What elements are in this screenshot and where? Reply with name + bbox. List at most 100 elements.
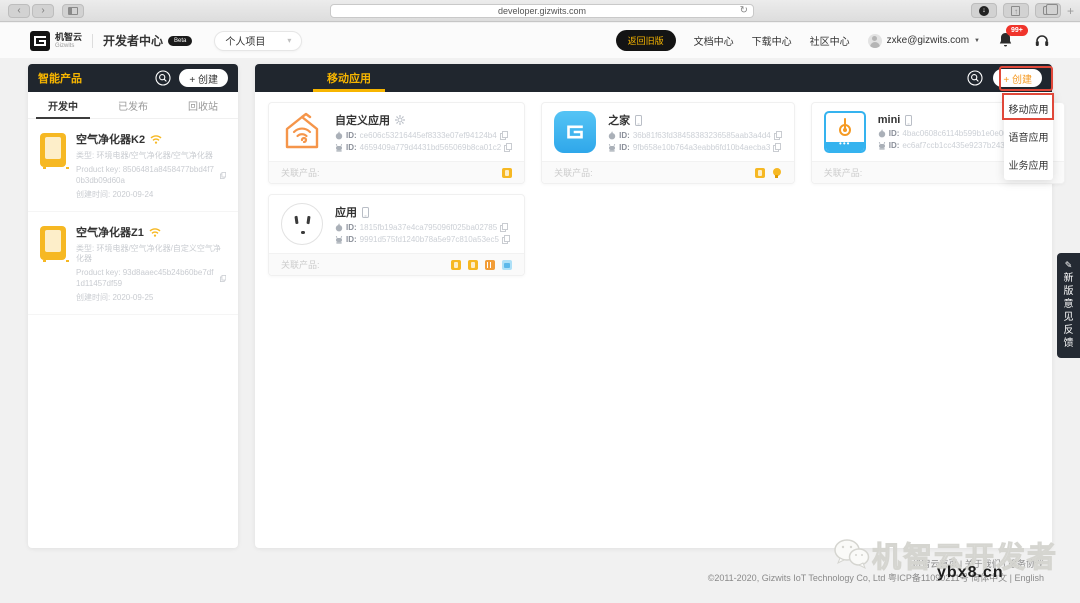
wifi-icon [150,134,162,144]
copy-icon[interactable] [220,171,226,180]
phone-icon [905,115,912,126]
create-dropdown-menu: 移动应用 语音应用 业务应用 [1004,92,1053,180]
android-id-label: ID: [346,235,357,244]
copy-icon[interactable] [502,235,510,244]
related-products-label: 关联产品: [554,166,593,179]
search-icon[interactable] [967,70,983,86]
copy-icon[interactable] [500,131,508,140]
gizwits-logo-icon [554,111,596,153]
app-card[interactable]: 自定义应用 [268,102,525,184]
air-purifier-icon [40,226,66,260]
beta-badge: Beta [168,36,192,46]
support-headset-icon[interactable] [1034,33,1050,49]
tab-published[interactable]: 已发布 [98,92,168,118]
download-icon: ↓ [979,6,989,16]
menu-item-mobile-app[interactable]: 移动应用 [1004,94,1053,122]
browser-tabs-button[interactable] [1035,3,1061,18]
product-list-item[interactable]: 空气净化器Z1 类型: 环境电器/空气净化器/自定义空气净化器 Product … [28,212,238,315]
browser-sidebar-button[interactable] [62,4,84,18]
browser-share-button[interactable]: ↑ [1003,3,1029,18]
android-app-id: 4659409a779d4431bd565069b8ca01c2 [360,143,501,152]
thermometer-device-icon: ••• [824,111,866,153]
app-card[interactable]: 应用 ID: 1815fb19a37e4ca795096f025ba02785 … [268,194,525,276]
feedback-label: 新版意见反馈 [1063,272,1074,350]
wifi-icon [149,227,161,237]
header-divider [92,34,93,48]
air-purifier-product-icon [502,168,512,178]
product-name: 空气净化器K2 [76,131,145,147]
browser-forward-button[interactable]: › [32,4,54,18]
app-name: 应用 [335,204,357,220]
browser-downloads-button[interactable]: ↓ [971,3,997,18]
product-type: 类型: 环境电器/空气净化器/空气净化器 [76,151,226,161]
product-list-item[interactable]: 空气净化器K2 类型: 环境电器/空气净化器/空气净化器 Product key… [28,119,238,212]
create-app-button[interactable]: + 创建 [993,69,1042,87]
nav-community-center[interactable]: 社区中心 [810,33,850,48]
copy-icon[interactable] [504,143,512,152]
app-cards-grid: 自定义应用 [255,92,1052,286]
apple-icon [335,131,343,140]
copy-icon[interactable] [500,223,508,232]
tab-mobile-apps[interactable]: 移动应用 [313,64,385,92]
product-created: 创建时间: 2020-09-24 [76,190,226,200]
apple-icon [878,129,886,138]
tab-developing[interactable]: 开发中 [28,92,98,118]
copy-icon[interactable] [220,274,226,283]
panel-title: 智能产品 [38,70,82,86]
android-icon [608,143,616,152]
project-select[interactable]: 个人项目 ▾ [214,31,302,51]
new-tab-button[interactable]: + [1067,4,1074,18]
android-icon [878,141,886,150]
menu-item-voice-app[interactable]: 语音应用 [1004,122,1053,150]
pencil-icon: ✎ [1065,260,1073,270]
power-strip-product-icon [485,260,495,270]
smart-products-panel: 智能产品 + 创建 开发中 已发布 回收站 空气净化器K2 [28,64,238,548]
feedback-button[interactable]: ✎ 新版意见反馈 [1057,253,1080,358]
browser-back-button[interactable]: ‹ [8,4,30,18]
ios-id-label: ID: [889,129,900,138]
gizwits-logo-icon [30,31,50,51]
browser-toolbar: ‹ › developer.gizwits.com ↻ ↓ ↑ + [0,0,1080,22]
return-old-version-button[interactable]: 返回旧版 [616,30,676,51]
tab-recycle-bin[interactable]: 回收站 [168,92,238,118]
nav-docs-center[interactable]: 文档中心 [694,33,734,48]
page-title: 开发者中心 [103,32,163,49]
android-icon [335,143,343,152]
chevron-down-icon: ▾ [287,36,291,45]
app-name: mini [878,114,901,126]
apple-icon [335,223,343,232]
related-products-label: 关联产品: [281,166,320,179]
mobile-apps-header: 移动应用 + 创建 [255,64,1052,92]
android-app-id: 9fb658e10b764a3eabb6fd10b4aecba3 [633,143,770,152]
copy-icon[interactable] [774,131,782,140]
phone-icon [362,207,369,218]
app-header: 机智云 Gizwits 开发者中心 Beta 个人项目 ▾ 返回旧版 文档中心 … [0,23,1080,58]
brand-text: 机智云 Gizwits [55,33,82,49]
related-products-label: 关联产品: [824,166,863,179]
notification-badge: 99+ [1006,25,1028,36]
ios-id-label: ID: [619,131,630,140]
smart-products-header: 智能产品 + 创建 [28,64,238,92]
android-id-label: ID: [346,143,357,152]
search-icon[interactable] [155,70,171,86]
brand-name-cn: 机智云 [55,33,82,42]
brand-name-en: Gizwits [55,43,82,49]
product-tabs: 开发中 已发布 回收站 [28,92,238,119]
tabs-icon [1043,6,1053,15]
gear-icon [395,115,405,125]
copy-icon[interactable] [773,143,781,152]
create-product-button[interactable]: + 创建 [179,69,228,87]
menu-item-business-app[interactable]: 业务应用 [1004,150,1053,178]
android-app-id: 9991d575fd1240b78a5e97c810a53ec5 [360,235,499,244]
related-products-label: 关联产品: [281,258,320,271]
product-key: Product key: 93d8aaec45b24b60be7df1d1145… [76,268,218,289]
address-bar[interactable]: developer.gizwits.com ↻ [330,4,754,18]
notifications-button[interactable]: 99+ [998,32,1016,50]
account-menu[interactable]: zxke@gizwits.com ▼ [868,34,980,48]
device-product-icon [468,260,478,270]
nav-download-center[interactable]: 下载中心 [752,33,792,48]
app-name: 之家 [608,112,630,128]
app-card[interactable]: 之家 ID: 36b81f63fd38458383236585aab3a4d4 … [541,102,795,184]
refresh-icon[interactable]: ↻ [740,5,748,16]
ios-id-label: ID: [346,223,357,232]
